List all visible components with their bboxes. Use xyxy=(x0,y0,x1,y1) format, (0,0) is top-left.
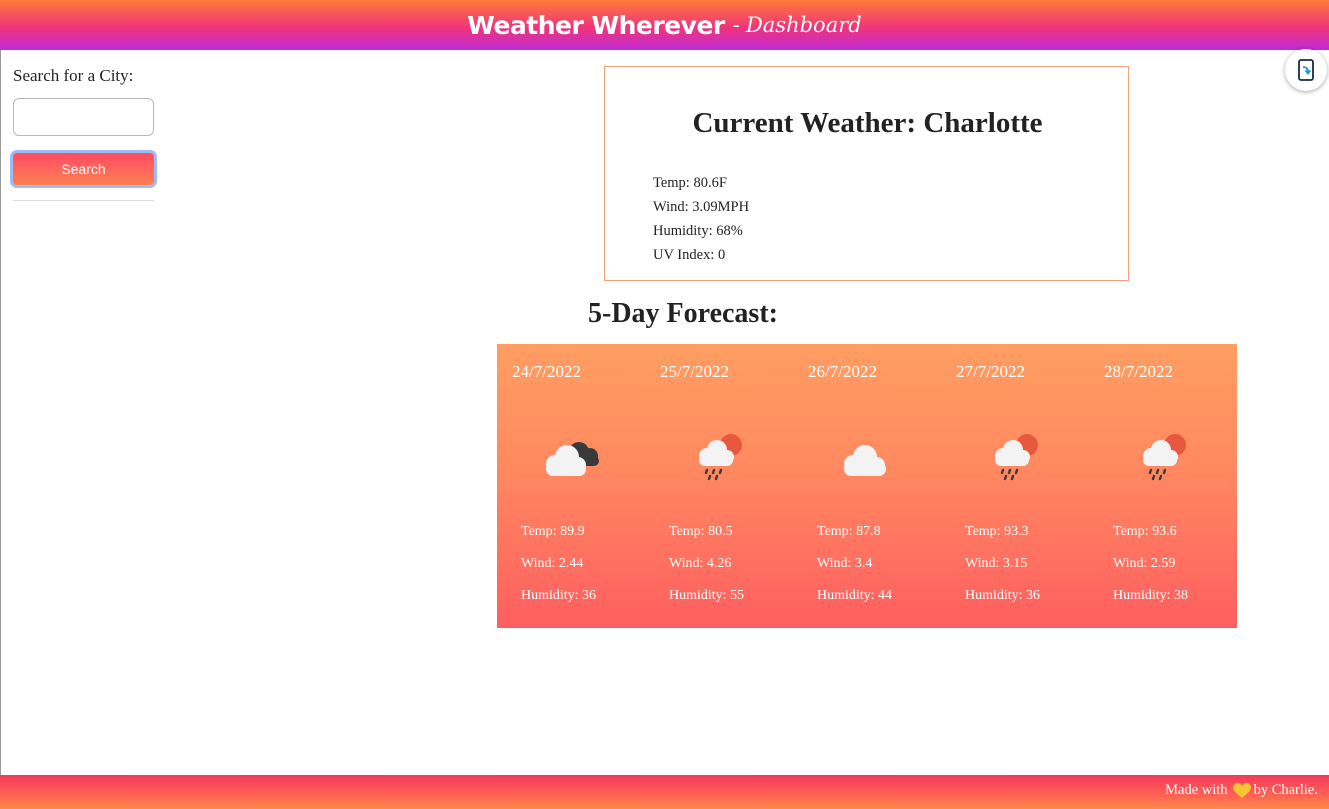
current-weather-stats: Temp: 80.6F Wind: 3.09MPH Humidity: 68% … xyxy=(653,171,749,267)
app-footer: Made with by Charlie. xyxy=(0,775,1329,809)
current-wind: Wind: 3.09MPH xyxy=(653,199,750,215)
title-separator: - xyxy=(732,13,740,37)
forecast-temp: Temp: 93.6 xyxy=(1113,524,1177,539)
extension-button[interactable] xyxy=(1285,49,1327,91)
forecast-day-2: 25/7/2022 Temp: 80.5 Wind: 4.26 Humidity… xyxy=(645,344,793,628)
forecast-date: 26/7/2022 xyxy=(808,362,877,381)
forecast-wind: Wind: 4.26 xyxy=(669,556,732,571)
forecast-day-4: 27/7/2022 Temp: 93.3 Wind: 3.15 Humidity… xyxy=(941,344,1089,628)
footer-credit: Made with by Charlie. xyxy=(1165,782,1318,799)
forecast-wind: Wind: 2.59 xyxy=(1113,556,1176,571)
forecast-wind: Wind: 2.44 xyxy=(521,556,584,571)
current-weather-title: Current Weather: Charlotte xyxy=(692,107,1043,139)
cloudy-icon xyxy=(546,442,599,476)
forecast-humidity: Humidity: 38 xyxy=(1113,588,1189,603)
footer-made-with: Made with xyxy=(1165,782,1228,798)
footer-author: by Charlie. xyxy=(1253,782,1318,798)
forecast-temp: Temp: 80.5 xyxy=(669,524,733,539)
forecast-heading: 5-Day Forecast: xyxy=(588,298,778,329)
forecast-stats: Temp: 89.9 Wind: 2.44 Humidity: 36 xyxy=(521,516,596,612)
rain-sun-icon xyxy=(699,434,742,481)
forecast-date: 27/7/2022 xyxy=(956,362,1025,381)
forecast-wind: Wind: 3.4 xyxy=(817,556,873,571)
bookmark-arrow-icon xyxy=(1298,59,1314,81)
forecast-strip: 24/7/2022 Temp: 89.9 Wind: 2.44 Humidity… xyxy=(497,344,1237,628)
app-subtitle: Dashboard xyxy=(745,13,862,37)
search-sidebar: Search for a City: Search xyxy=(10,64,157,201)
forecast-stats: Temp: 93.6 Wind: 2.59 Humidity: 38 xyxy=(1113,516,1188,612)
app-header: Weather Wherever - Dashboard xyxy=(0,0,1329,50)
forecast-day-3: 26/7/2022 Temp: 87.8 Wind: 3.4 Humidity:… xyxy=(793,344,941,628)
forecast-temp: Temp: 93.3 xyxy=(965,524,1029,539)
forecast-day-5: 28/7/2022 Temp: 93.6 Wind: 2.59 Humidity… xyxy=(1089,344,1237,628)
forecast-date: 24/7/2022 xyxy=(512,362,581,381)
forecast-humidity: Humidity: 36 xyxy=(521,588,597,603)
heart-icon xyxy=(1232,782,1251,798)
current-temp: Temp: 80.6F xyxy=(653,175,727,191)
forecast-humidity: Humidity: 36 xyxy=(965,588,1041,603)
forecast-date: 25/7/2022 xyxy=(660,362,729,381)
forecast-humidity: Humidity: 44 xyxy=(817,588,893,603)
current-uv-index: UV Index: 0 xyxy=(653,247,726,263)
forecast-humidity: Humidity: 55 xyxy=(669,588,745,603)
current-weather-card: Current Weather: Charlotte Temp: 80.6F W… xyxy=(604,66,1129,281)
current-humidity: Humidity: 68% xyxy=(653,223,743,239)
rain-sun-icon xyxy=(1143,434,1186,481)
forecast-stats: Temp: 87.8 Wind: 3.4 Humidity: 44 xyxy=(817,516,892,612)
forecast-wind: Wind: 3.15 xyxy=(965,556,1028,571)
forecast-temp: Temp: 87.8 xyxy=(817,524,881,539)
forecast-date: 28/7/2022 xyxy=(1104,362,1173,381)
city-search-input[interactable] xyxy=(13,98,154,136)
app-title: Weather Wherever xyxy=(467,10,725,40)
forecast-temp: Temp: 89.9 xyxy=(521,524,585,539)
forecast-stats: Temp: 80.5 Wind: 4.26 Humidity: 55 xyxy=(669,516,744,612)
rain-sun-icon xyxy=(995,434,1038,481)
search-history-divider xyxy=(13,200,154,201)
cloud-icon xyxy=(844,445,886,476)
forecast-stats: Temp: 93.3 Wind: 3.15 Humidity: 36 xyxy=(965,516,1040,612)
forecast-day-1: 24/7/2022 Temp: 89.9 Wind: 2.44 Humidity… xyxy=(497,344,645,628)
search-button[interactable]: Search xyxy=(10,150,157,188)
search-label: Search for a City: xyxy=(13,66,134,85)
